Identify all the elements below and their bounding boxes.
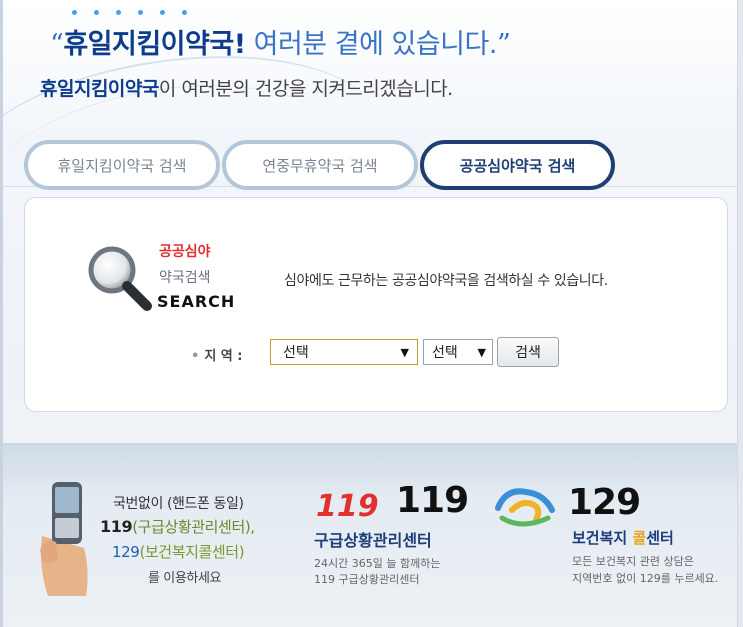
119-logo: 119 [316,489,379,521]
emergency-title-119: 구급상황관리센터 [314,531,432,550]
emergency-title-129: 보건복지 콜센터 [572,529,674,547]
headline: “휴일지킴이약국! 여러분 곁에 있습니다.” [50,29,511,60]
frame-border [0,0,3,627]
phone-in-hand-icon [40,482,88,596]
emergency-number-129: 129 [568,482,641,523]
search-button[interactable]: 검색 [497,337,559,367]
call-info-129: 129(보건복지콜센터) [112,543,245,561]
tab-year-round-pharmacy[interactable]: 연중무휴약국 검색 [222,140,418,190]
frame-border [737,0,743,627]
129-logo [495,488,555,527]
subregion-select[interactable]: 선택 ▼ [423,339,493,365]
region-select[interactable]: 선택 ▼ [270,339,418,365]
logo-line-late-night: 공공심야 [159,244,211,260]
search-description: 심야에도 근무하는 공공심야약국을 검색하실 수 있습니다. [284,273,608,289]
emergency-desc-129: 지역번호 없이 129를 누르세요. [572,572,719,585]
call-info-line1: 국번없이 (핸드폰 동일) [113,496,244,512]
tab-label: 공공심야약국 검색 [459,156,576,175]
tab-label: 휴일지킴이약국 검색 [57,156,187,175]
subheadline: 휴일지킴이약국이 여러분의 건강을 지켜드리겠습니다. [40,78,453,100]
emergency-desc-129: 모든 보건복지 관련 상담은 [572,555,694,568]
dropdown-arrow-icon: ▼ [477,345,486,359]
magnifier-icon [88,246,152,311]
tab-late-night-pharmacy[interactable]: 공공심야약국 검색 [420,140,615,190]
header: “휴일지킴이약국! 여러분 곁에 있습니다.” 휴일지킴이약국이 여러분의 건강… [0,0,743,150]
call-info-line4: 를 이용하세요 [148,571,222,586]
svg-text:119: 119 [316,489,379,521]
tab-holiday-pharmacy[interactable]: 휴일지킴이약국 검색 [24,140,220,190]
dropdown-arrow-icon: ▼ [400,345,409,359]
region-label: • 지 역 : [191,349,243,364]
subregion-select-value: 선택 [432,345,458,361]
logo-line-search: SEARCH [157,292,236,311]
search-logo: 공공심야 약국검색 SEARCH [85,237,275,317]
emergency-desc-119: 24시간 365일 늘 함께하는 [314,557,441,570]
logo-line-pharmacy-search: 약국검색 [159,270,211,286]
emergency-desc-119: 119 구급상황관리센터 [314,573,420,586]
emergency-number-119: 119 [396,480,469,521]
tab-label: 연중무휴약국 검색 [262,156,378,175]
call-info-119: 119(구급상황관리센터), [100,517,255,536]
region-select-value: 선택 [283,345,309,361]
decorative-dots [72,10,187,15]
